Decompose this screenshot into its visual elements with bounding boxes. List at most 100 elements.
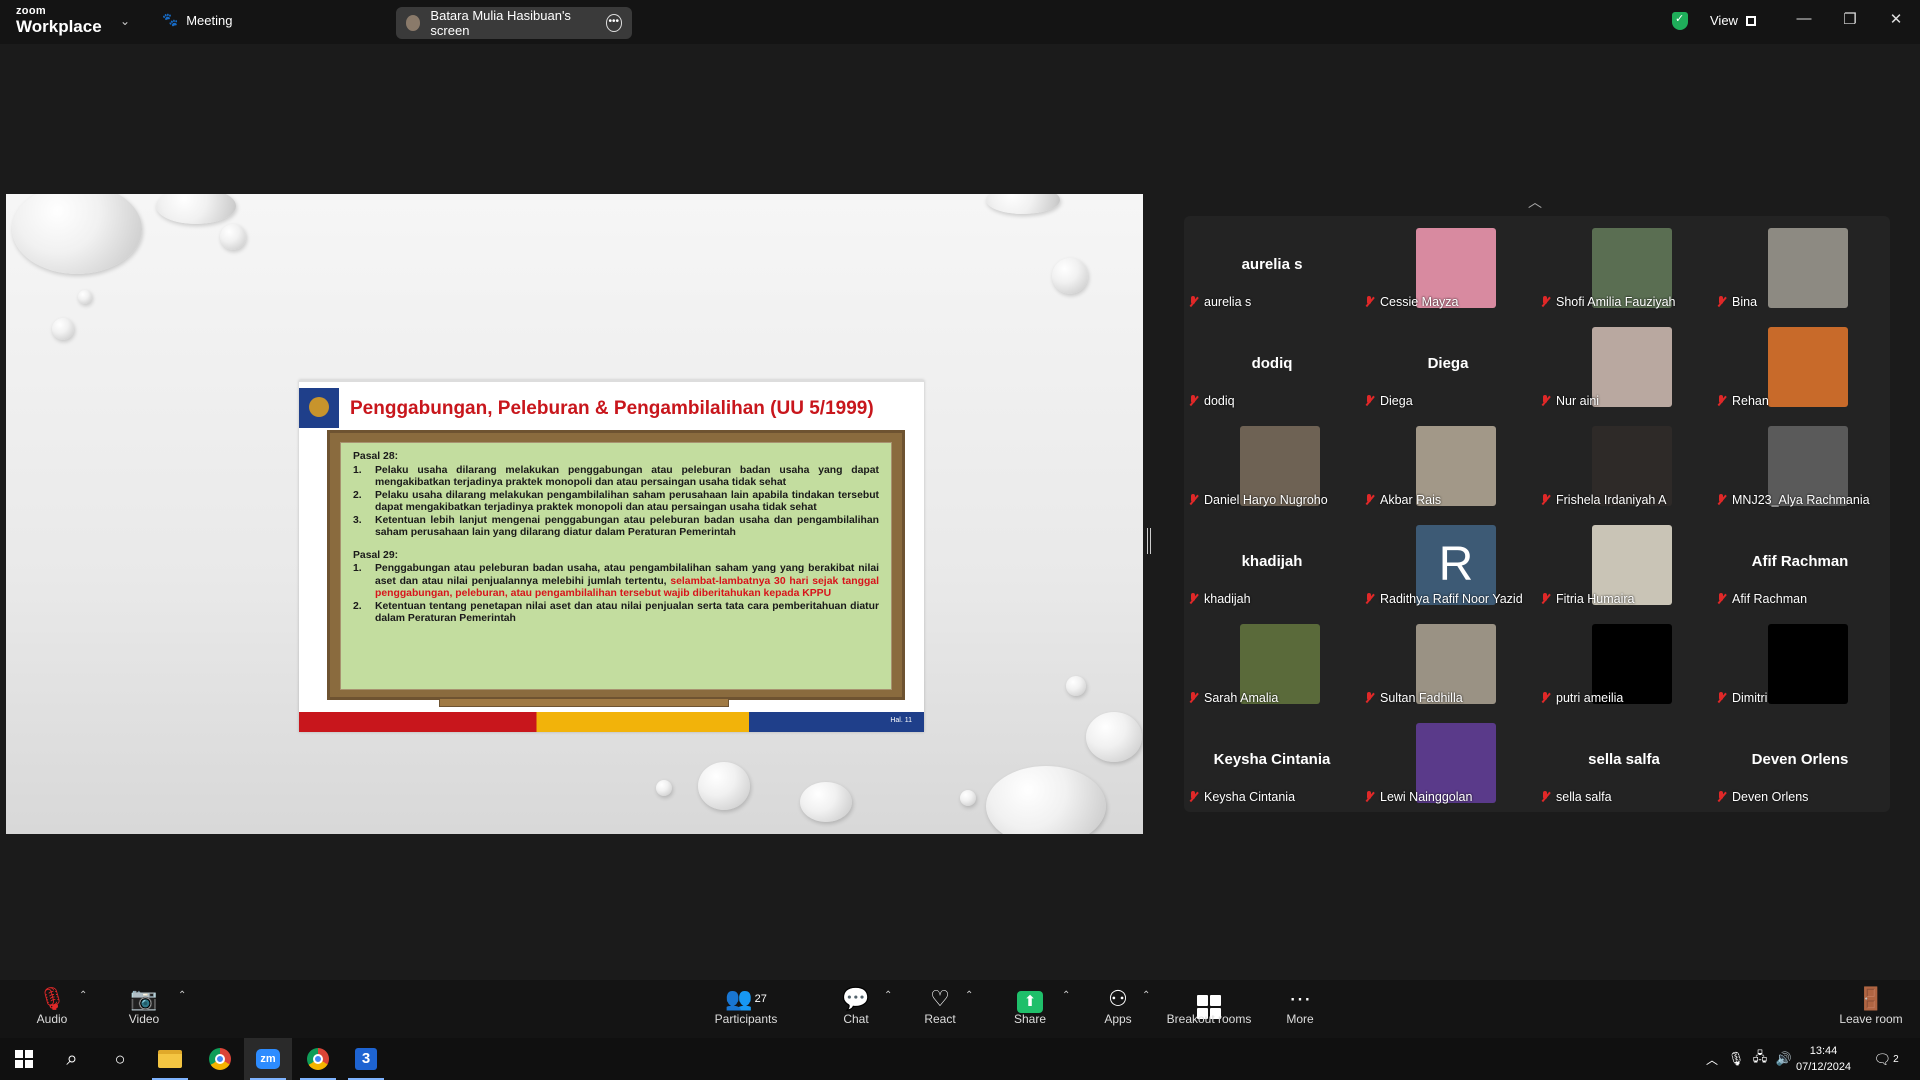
- share-button[interactable]: ⬆ Share: [1010, 986, 1050, 1026]
- apps-options-caret-icon[interactable]: ⌃: [1142, 990, 1150, 1001]
- share-arrow-icon: ⬆: [1017, 991, 1043, 1013]
- view-grid-icon: [1745, 15, 1756, 26]
- screen-share-pill[interactable]: Batara Mulia Hasibuan's screen •••: [396, 7, 632, 39]
- participant-name: Akbar Rais: [1380, 493, 1442, 507]
- meeting-toolbar: 🎙 Audio ⌃ 📷 Video ⌃ 👥 27 Participants 💬 C…: [0, 980, 1920, 1038]
- participant-display-name: Diega: [1427, 355, 1469, 372]
- audio-button[interactable]: 🎙 Audio: [34, 986, 70, 1026]
- list-item: 1. Penggabungan atau peleburan badan usah…: [353, 563, 879, 601]
- participant-tile[interactable]: Frishela Irdaniyah A: [1536, 414, 1712, 513]
- participant-display-name: Keysha Cintania: [1213, 751, 1331, 768]
- network-icon[interactable]: 🖧: [1748, 1038, 1772, 1080]
- participant-tile[interactable]: Dimitri: [1712, 612, 1888, 711]
- participant-tile[interactable]: Cessie Mayza: [1360, 216, 1536, 315]
- breakout-rooms-button[interactable]: Breakout rooms: [1164, 986, 1254, 1026]
- start-button[interactable]: [0, 1038, 48, 1080]
- participant-tile[interactable]: Keysha Cintania Keysha Cintania: [1184, 711, 1360, 810]
- minimize-icon[interactable]: —: [1794, 10, 1814, 27]
- participant-name-tag: Akbar Rais: [1364, 493, 1441, 507]
- notifications-icon[interactable]: 🗨 2: [1866, 1038, 1906, 1080]
- participant-tile[interactable]: MNJ23_Alya Rachmania: [1712, 414, 1888, 513]
- participant-name-tag: Cessie Mayza: [1364, 295, 1459, 309]
- participant-tile[interactable]: khadijah khadijah: [1184, 513, 1360, 612]
- apps-button[interactable]: ⚇ Apps: [1100, 986, 1136, 1026]
- participant-tile[interactable]: aurelia s aurelia s: [1184, 216, 1360, 315]
- participant-tile[interactable]: Shofi Amilia Fauziyah: [1536, 216, 1712, 315]
- participant-name-tag: Keysha Cintania: [1188, 790, 1295, 804]
- participant-tile[interactable]: Afif Rachman Afif Rachman: [1712, 513, 1888, 612]
- volume-icon[interactable]: 🔊: [1772, 1038, 1796, 1080]
- view-button[interactable]: View: [1710, 13, 1756, 28]
- participant-name-tag: Frishela Irdaniyah A: [1540, 493, 1666, 507]
- participant-name-tag: Afif Rachman: [1716, 592, 1807, 606]
- participant-tile[interactable]: Rehan: [1712, 315, 1888, 414]
- share-options-caret-icon[interactable]: ⌃: [1062, 990, 1070, 1001]
- audio-label: Audio: [36, 1012, 68, 1026]
- splitter-handle[interactable]: [1147, 528, 1151, 554]
- item-number: 1.: [353, 464, 362, 476]
- participant-tile[interactable]: Daniel Haryo Nugroho: [1184, 414, 1360, 513]
- cortana-icon[interactable]: ○: [96, 1038, 144, 1080]
- video-options-caret-icon[interactable]: ⌃: [178, 990, 186, 1001]
- close-icon[interactable]: ✕: [1886, 10, 1906, 28]
- participant-tile[interactable]: Lewi Nainggolan: [1360, 711, 1536, 810]
- mic-muted-icon: [1716, 791, 1726, 803]
- participant-name: Rehan: [1732, 394, 1769, 408]
- more-button[interactable]: ⋯ More: [1280, 986, 1320, 1026]
- participant-name-tag: MNJ23_Alya Rachmania: [1716, 493, 1870, 507]
- windows-logo-icon: [15, 1050, 33, 1068]
- item-number: 3.: [353, 514, 362, 526]
- app-3-icon[interactable]: 3: [342, 1038, 390, 1080]
- brand-menu-chevron-icon[interactable]: ⌄: [120, 14, 130, 28]
- participant-tile[interactable]: Akbar Rais: [1360, 414, 1536, 513]
- participant-tile[interactable]: Deven Orlens Deven Orlens: [1712, 711, 1888, 810]
- item-number: 1.: [353, 563, 362, 574]
- audio-options-caret-icon[interactable]: ⌃: [79, 990, 87, 1001]
- collapse-gallery-chevron-icon[interactable]: ︿: [1528, 192, 1542, 212]
- participant-tile[interactable]: sella salfa sella salfa: [1536, 711, 1712, 810]
- file-explorer-icon[interactable]: [146, 1038, 194, 1080]
- participant-tile[interactable]: putri ameilia: [1536, 612, 1712, 711]
- water-drop-decoration: [1086, 712, 1142, 762]
- mic-muted-icon: 🎙: [38, 986, 66, 1011]
- encryption-shield-icon[interactable]: [1672, 12, 1688, 30]
- mic-muted-icon: [1716, 593, 1726, 605]
- zoom-taskbar-icon[interactable]: zm: [244, 1038, 292, 1080]
- participant-tile[interactable]: dodiq dodiq: [1184, 315, 1360, 414]
- apps-label: Apps: [1104, 1012, 1132, 1026]
- restore-icon[interactable]: ❐: [1840, 10, 1860, 28]
- mic-muted-icon: [1188, 296, 1198, 308]
- participant-name-tag: Deven Orlens: [1716, 790, 1808, 804]
- participant-tile[interactable]: Bina: [1712, 216, 1888, 315]
- participant-video: [1592, 327, 1672, 407]
- chat-button[interactable]: 💬 Chat: [836, 986, 876, 1026]
- search-icon[interactable]: ⌕: [48, 1038, 96, 1080]
- meeting-menu[interactable]: 🐾 Meeting: [162, 12, 232, 28]
- participant-name: Dimitri: [1732, 691, 1768, 705]
- participant-name: Deven Orlens: [1732, 790, 1809, 804]
- participant-tile[interactable]: R Radithya Rafif Noor Yazid: [1360, 513, 1536, 612]
- chat-options-caret-icon[interactable]: ⌃: [884, 990, 892, 1001]
- participant-tile[interactable]: Sarah Amalia: [1184, 612, 1360, 711]
- react-options-caret-icon[interactable]: ⌃: [965, 990, 973, 1001]
- chrome-profile-icon[interactable]: [294, 1038, 342, 1080]
- tray-chevron-icon[interactable]: ︿: [1700, 1038, 1724, 1080]
- institution-emblem-icon: [299, 388, 339, 428]
- participant-tile[interactable]: Diega Diega: [1360, 315, 1536, 414]
- more-options-icon[interactable]: •••: [605, 14, 622, 32]
- participant-tile[interactable]: Sultan Fadhilla: [1360, 612, 1536, 711]
- video-button[interactable]: 📷 Video: [126, 986, 162, 1026]
- shared-screen[interactable]: Penggabungan, Peleburan & Pengambilaliha…: [6, 194, 1143, 834]
- microphone-tray-icon[interactable]: 🎙: [1724, 1038, 1748, 1080]
- taskbar-clock[interactable]: 13:44 07/12/2024: [1796, 1043, 1851, 1075]
- participants-button[interactable]: 👥 27 Participants: [712, 986, 780, 1026]
- chrome-icon[interactable]: [196, 1038, 244, 1080]
- leave-room-button[interactable]: 🚪 Leave room: [1838, 986, 1904, 1026]
- participant-name-tag: Sultan Fadhilla: [1364, 691, 1463, 705]
- heart-icon: ♡: [930, 986, 950, 1011]
- participant-tile[interactable]: Nur aini: [1536, 315, 1712, 414]
- chat-icon: 💬: [842, 986, 870, 1011]
- participant-gallery: aurelia s aurelia s Cessie Mayza Shofi Amil…: [1184, 216, 1890, 812]
- react-button[interactable]: ♡ React: [920, 986, 960, 1026]
- participant-tile[interactable]: Fitria Humaira: [1536, 513, 1712, 612]
